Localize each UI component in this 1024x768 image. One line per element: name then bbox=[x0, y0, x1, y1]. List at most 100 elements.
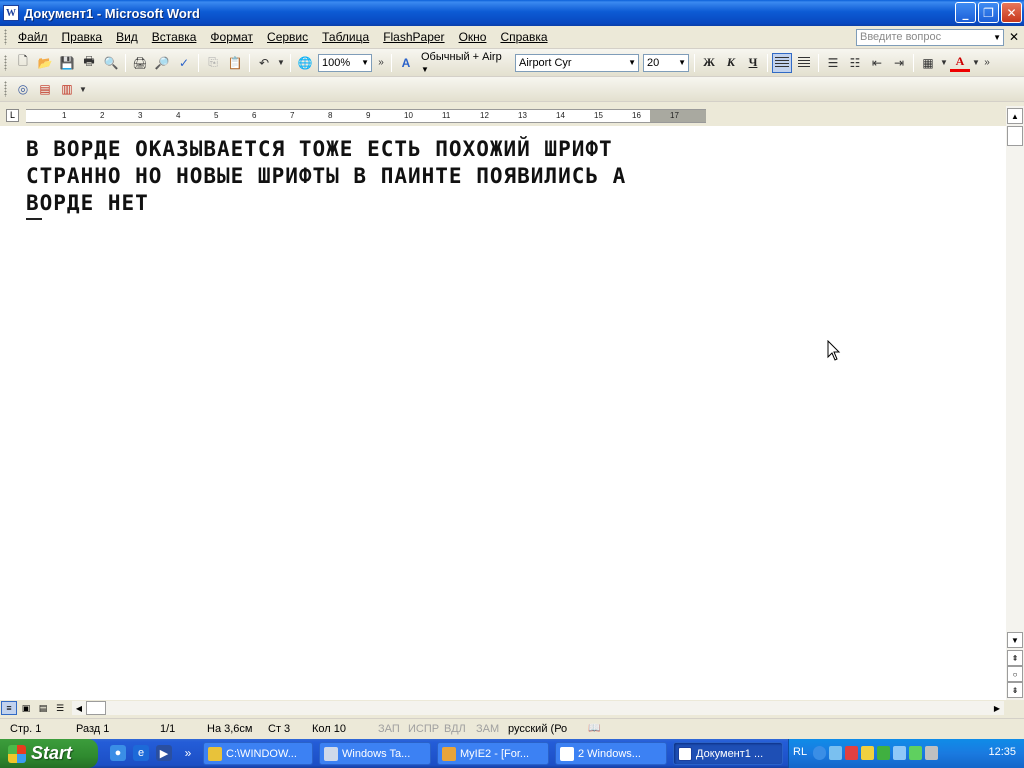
speaker-icon[interactable] bbox=[925, 746, 938, 760]
help-question-input[interactable]: Введите вопрос ▼ bbox=[856, 29, 1004, 46]
task-word-document[interactable]: Документ1 ... bbox=[673, 742, 783, 765]
styles-pane-icon[interactable]: A bbox=[396, 53, 416, 73]
outline-view-icon[interactable]: ☰ bbox=[52, 701, 68, 715]
menu-view[interactable]: Вид bbox=[110, 30, 146, 44]
menu-flashpaper[interactable]: FlashPaper bbox=[377, 30, 452, 44]
new-document-icon[interactable]: 🗋 bbox=[13, 53, 33, 73]
tray-back-icon[interactable] bbox=[813, 746, 826, 760]
flashpaper-icon[interactable]: ◎ bbox=[13, 79, 33, 99]
restore-button[interactable]: ❐ bbox=[978, 2, 999, 23]
undo-dropdown-icon[interactable]: ▼ bbox=[276, 53, 286, 73]
paste-icon[interactable]: 📋 bbox=[225, 53, 245, 73]
menu-format[interactable]: Формат bbox=[204, 30, 261, 44]
minimize-button[interactable]: _ bbox=[955, 2, 976, 23]
scroll-right-icon[interactable]: ▶ bbox=[990, 701, 1004, 715]
copy-icon[interactable]: ⎘ bbox=[203, 53, 223, 73]
horizontal-ruler[interactable]: 1 2 3 4 5 6 7 8 9 10 11 12 13 14 15 16 17 bbox=[26, 109, 706, 123]
select-browse-object-icon[interactable]: ○ bbox=[1007, 666, 1023, 682]
chevron-down-icon[interactable]: ▼ bbox=[993, 30, 1001, 45]
horizontal-scroll-thumb[interactable] bbox=[86, 701, 106, 715]
menu-edit[interactable]: Правка bbox=[56, 30, 111, 44]
toolbar-overflow-icon[interactable]: » bbox=[982, 53, 992, 73]
scroll-left-icon[interactable]: ◀ bbox=[72, 701, 86, 715]
start-button[interactable]: Start bbox=[0, 739, 98, 768]
task-windows-group[interactable]: 2 Windows... bbox=[555, 742, 667, 765]
security-icon[interactable] bbox=[861, 746, 874, 760]
menu-table[interactable]: Таблица bbox=[316, 30, 377, 44]
bulleted-list-icon[interactable]: ☷ bbox=[845, 53, 865, 73]
menu-help[interactable]: Справка bbox=[494, 30, 555, 44]
bold-button[interactable]: Ж bbox=[699, 53, 719, 73]
vertical-scroll-thumb[interactable] bbox=[1007, 126, 1023, 146]
menu-file[interactable]: Файл bbox=[12, 30, 56, 44]
decrease-indent-icon[interactable]: ⇤ bbox=[867, 53, 887, 73]
menu-grip[interactable] bbox=[4, 29, 7, 45]
align-center-button[interactable] bbox=[794, 53, 814, 73]
document-area[interactable]: В ВОРДЕ ОКАЗЫВАЕТСЯ ТОЖЕ ЕСТЬ ПОХОЖИЙ ШР… bbox=[0, 126, 1006, 700]
toolbar-grip[interactable] bbox=[4, 54, 7, 71]
borders-dropdown-icon[interactable]: ▼ bbox=[940, 53, 948, 73]
monitor-icon[interactable] bbox=[893, 746, 906, 760]
status-extend[interactable]: ВДЛ bbox=[444, 723, 466, 735]
print-layout-icon[interactable]: ▤ bbox=[35, 701, 51, 715]
spelling-status-icon[interactable]: 📖 bbox=[588, 723, 600, 734]
borders-icon[interactable]: ▦ bbox=[918, 53, 938, 73]
pdf-options-icon[interactable]: ▥ bbox=[57, 79, 77, 99]
chat-icon[interactable] bbox=[909, 746, 922, 760]
save-icon[interactable]: 💾 bbox=[57, 53, 77, 73]
menu-tools[interactable]: Сервис bbox=[261, 30, 316, 44]
menu-window[interactable]: Окно bbox=[453, 30, 495, 44]
green-tray-icon[interactable] bbox=[877, 746, 890, 760]
open-folder-icon[interactable]: 📂 bbox=[35, 53, 55, 73]
style-select[interactable]: Обычный + Airp ▼ bbox=[417, 51, 513, 75]
ie-quicklaunch-icon[interactable]: e bbox=[133, 745, 149, 761]
print-icon[interactable]: 🖨 bbox=[130, 53, 150, 73]
underline-button[interactable]: Ч bbox=[743, 53, 763, 73]
word-app-icon[interactable]: W bbox=[3, 5, 19, 21]
previous-page-icon[interactable]: ⇞ bbox=[1007, 650, 1023, 666]
pdf-convert-icon[interactable]: ▤ bbox=[35, 79, 55, 99]
web-globe-icon[interactable]: 🌐 bbox=[295, 53, 315, 73]
task-task-manager[interactable]: Windows Ta... bbox=[319, 742, 431, 765]
font-select[interactable]: Airport Cyr ▼ bbox=[515, 53, 639, 72]
permission-icon[interactable]: 🖶 bbox=[79, 53, 99, 73]
clock[interactable]: 12:35 bbox=[988, 746, 1016, 758]
numbered-list-icon[interactable]: ☰ bbox=[823, 53, 843, 73]
spelling-icon[interactable]: ✓ bbox=[174, 53, 194, 73]
increase-indent-icon[interactable]: ⇥ bbox=[889, 53, 909, 73]
quicklaunch-overflow-icon[interactable]: » bbox=[180, 745, 196, 761]
vertical-scrollbar[interactable]: ▲ ▼ ⇞ ○ ⇟ bbox=[1006, 106, 1024, 700]
scroll-down-icon[interactable]: ▼ bbox=[1007, 632, 1023, 648]
toolbar-options-icon[interactable]: » bbox=[375, 53, 387, 73]
task-explorer[interactable]: C:\WINDOW... bbox=[203, 742, 313, 765]
toolbar-dropdown-icon[interactable]: ▼ bbox=[79, 79, 87, 99]
status-record[interactable]: ЗАП bbox=[378, 723, 400, 735]
print-preview-icon[interactable]: 🔍 bbox=[101, 53, 121, 73]
font-color-button[interactable]: A bbox=[950, 54, 970, 72]
scroll-up-icon[interactable]: ▲ bbox=[1007, 108, 1023, 124]
language-indicator[interactable]: RL bbox=[793, 746, 807, 758]
preview-icon[interactable]: 🔎 bbox=[152, 53, 172, 73]
task-myie2[interactable]: MyIE2 - [For... bbox=[437, 742, 549, 765]
media-player-quicklaunch-icon[interactable]: ▶ bbox=[156, 745, 172, 761]
web-view-icon[interactable]: ▣ bbox=[18, 701, 34, 715]
status-overtype[interactable]: ЗАМ bbox=[476, 723, 499, 735]
normal-view-icon[interactable]: ≡ bbox=[1, 701, 17, 715]
antivirus-icon[interactable] bbox=[845, 746, 858, 760]
tab-stop-selector[interactable]: L bbox=[6, 109, 19, 122]
menu-insert[interactable]: Вставка bbox=[146, 30, 205, 44]
network-icon[interactable] bbox=[829, 746, 842, 760]
close-button[interactable]: ✕ bbox=[1001, 2, 1022, 23]
horizontal-scrollbar[interactable]: ◀ ▶ bbox=[72, 701, 1004, 715]
explorer-quicklaunch-icon[interactable]: ● bbox=[110, 745, 126, 761]
next-page-icon[interactable]: ⇟ bbox=[1007, 682, 1023, 698]
italic-button[interactable]: К bbox=[721, 53, 741, 73]
zoom-select[interactable]: 100% ▼ bbox=[318, 53, 372, 72]
status-track-changes[interactable]: ИСПР bbox=[408, 723, 439, 735]
document-text[interactable]: В ВОРДЕ ОКАЗЫВАЕТСЯ ТОЖЕ ЕСТЬ ПОХОЖИЙ ШР… bbox=[26, 136, 626, 217]
toolbar-grip[interactable] bbox=[4, 81, 7, 97]
document-close-icon[interactable]: ✕ bbox=[1009, 30, 1019, 44]
undo-icon[interactable]: ↶ bbox=[254, 53, 274, 73]
font-size-select[interactable]: 20 ▼ bbox=[643, 53, 689, 72]
font-color-dropdown-icon[interactable]: ▼ bbox=[972, 53, 980, 73]
